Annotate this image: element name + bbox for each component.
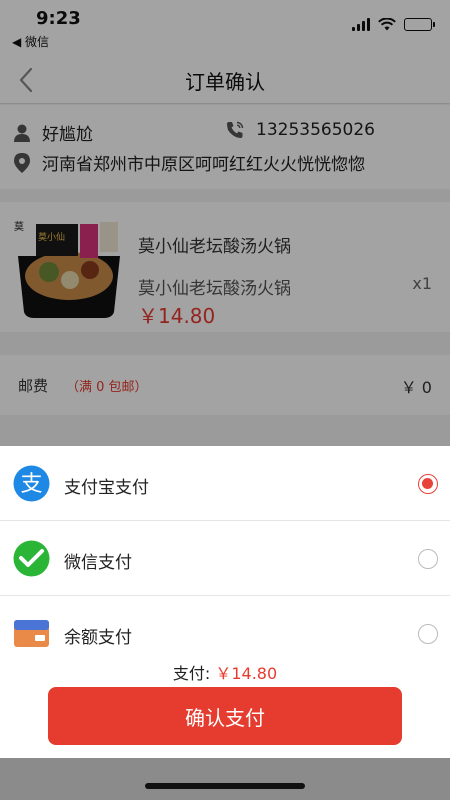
payment-label: 余额支付	[64, 628, 132, 648]
total-label: 支付:	[172, 664, 211, 683]
total-amount: ￥14.80	[215, 664, 278, 683]
home-indicator[interactable]	[145, 783, 305, 789]
wechat-pay-icon	[13, 540, 50, 577]
alipay-icon: 支	[13, 465, 50, 502]
payment-sheet: 支 支付宝支付 微信支付 余额支付 支付: ￥14.80 确认支付	[0, 446, 450, 758]
balance-card-icon	[14, 620, 49, 647]
payment-label: 支付宝支付	[64, 478, 149, 498]
radio-selected[interactable]	[418, 474, 438, 494]
payment-label: 微信支付	[64, 553, 132, 573]
bottom-overlay-band	[0, 758, 450, 800]
confirm-payment-button[interactable]: 确认支付	[48, 687, 402, 745]
payment-option-alipay[interactable]: 支 支付宝支付	[0, 446, 450, 521]
payment-option-wechat[interactable]: 微信支付	[0, 521, 450, 596]
radio-unselected[interactable]	[418, 624, 438, 644]
svg-text:支: 支	[20, 472, 42, 497]
radio-unselected[interactable]	[418, 549, 438, 569]
payment-total: 支付: ￥14.80	[0, 660, 450, 684]
